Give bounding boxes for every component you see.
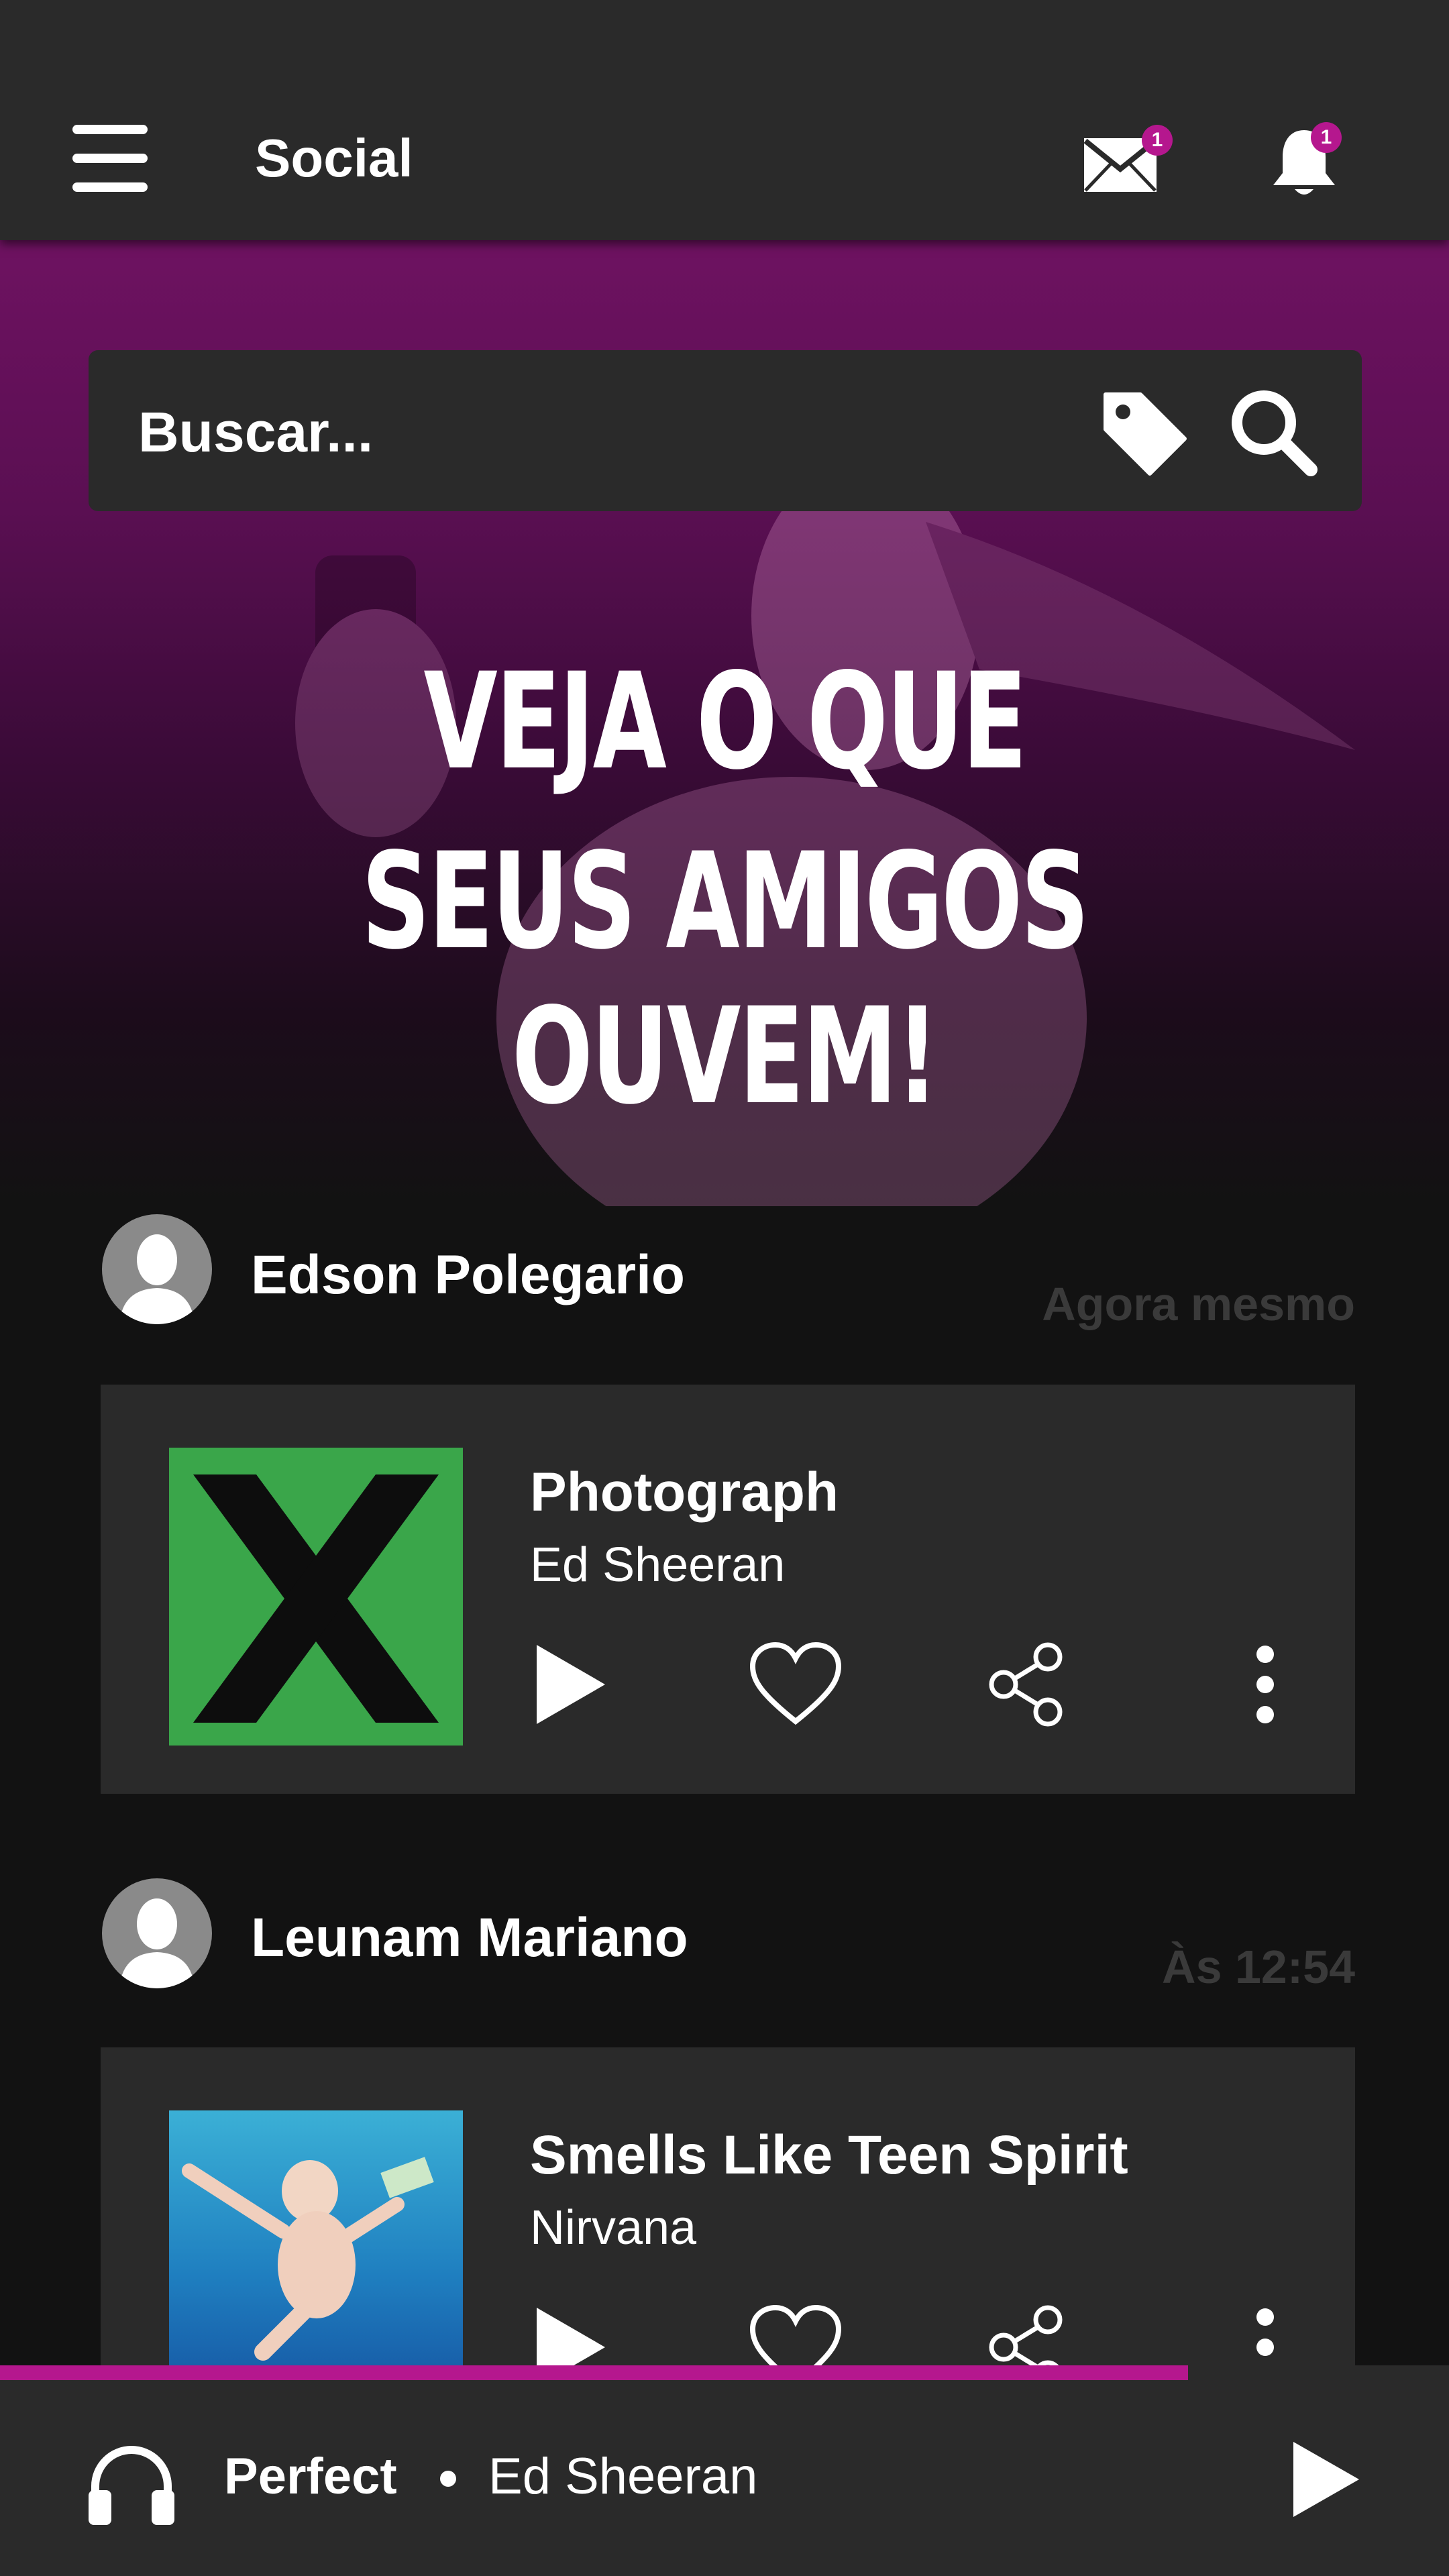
tag-icon[interactable] (1097, 385, 1191, 479)
song-card: Smells Like Teen Spirit Nirvana (101, 2047, 1355, 2365)
more-vertical-icon[interactable] (1252, 2304, 1279, 2365)
search-icon[interactable] (1226, 385, 1320, 479)
play-icon[interactable] (1289, 2439, 1363, 2520)
share-icon[interactable] (986, 1641, 1067, 1728)
now-playing-bar[interactable]: Perfect Ed Sheeran (0, 2368, 1449, 2576)
heart-icon[interactable] (749, 2304, 843, 2365)
post-user-name[interactable]: Leunam Mariano (251, 1907, 688, 1970)
album-cover[interactable] (169, 2110, 463, 2365)
playback-progress[interactable] (0, 2365, 1449, 2380)
avatar[interactable] (102, 1878, 212, 1988)
page-title: Social (255, 128, 413, 188)
search-bar (89, 350, 1362, 511)
song-title[interactable]: Photograph (530, 1461, 839, 1524)
play-icon[interactable] (530, 2304, 610, 2365)
headphones-icon (89, 2446, 174, 2525)
song-title[interactable]: Smells Like Teen Spirit (530, 2124, 1128, 2187)
user-silhouette-icon (119, 1898, 195, 1988)
album-cover[interactable] (169, 1448, 463, 1746)
post-user-name[interactable]: Edson Polegario (251, 1244, 685, 1307)
now-playing-artist: Ed Sheeran (488, 2448, 758, 2505)
heart-icon[interactable] (749, 1641, 843, 1728)
song-card: Photograph Ed Sheeran (101, 1385, 1355, 1794)
messages-badge: 1 (1142, 125, 1173, 156)
more-vertical-icon[interactable] (1252, 1641, 1279, 1728)
album-swimmer-art (182, 2157, 434, 2361)
share-icon[interactable] (986, 2304, 1067, 2365)
notifications-badge: 1 (1311, 122, 1342, 153)
post-timestamp: Agora mesmo (1042, 1278, 1355, 1330)
user-silhouette-icon (119, 1234, 195, 1324)
post-timestamp: Às 12:54 (1162, 1941, 1355, 1993)
app-header: Social 1 1 (0, 0, 1449, 240)
hero-headline-line2: SEUS AMIGOS OUVEM! (361, 824, 1089, 1134)
notifications-button[interactable]: 1 (1269, 122, 1350, 197)
song-artist[interactable]: Nirvana (530, 2200, 696, 2255)
song-artist[interactable]: Ed Sheeran (530, 1538, 785, 1593)
play-icon[interactable] (530, 1641, 610, 1728)
separator-dot (440, 2471, 456, 2487)
search-input[interactable] (138, 398, 1077, 466)
hero-headline-line1: VEJA O QUE (423, 644, 1027, 799)
avatar[interactable] (102, 1214, 212, 1324)
now-playing-title: Perfect (224, 2448, 397, 2505)
album-x-art (193, 1474, 439, 1723)
playback-progress-fill (0, 2365, 1189, 2380)
menu-icon[interactable] (72, 125, 148, 192)
messages-button[interactable]: 1 (1083, 125, 1173, 196)
